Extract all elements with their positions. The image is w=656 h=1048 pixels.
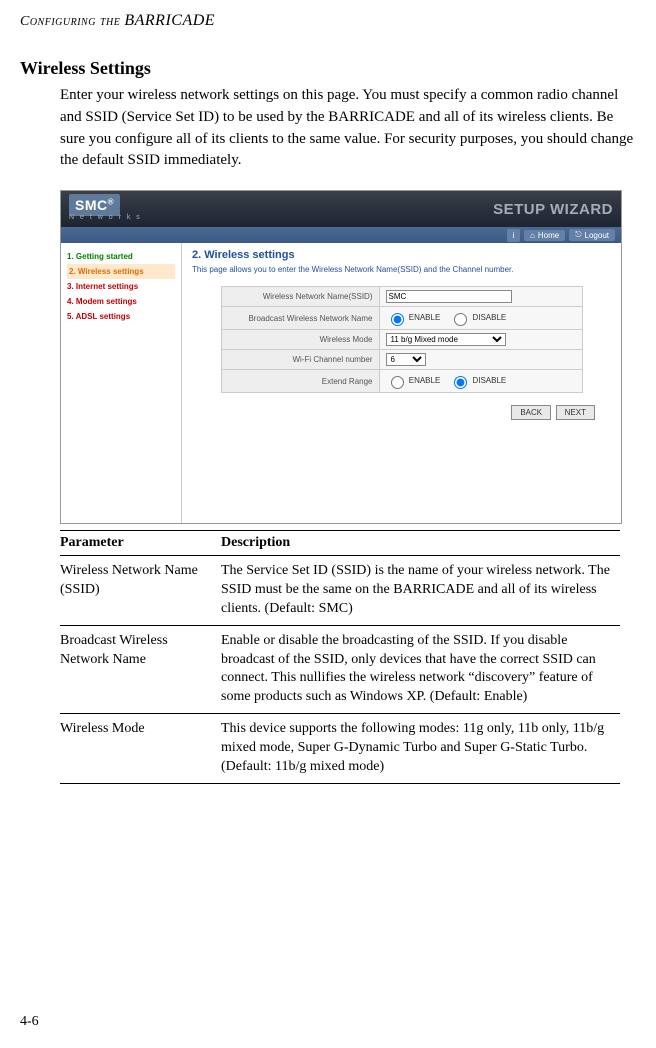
logo-text: SMC [75, 197, 108, 213]
logout-icon: ⎋ [575, 230, 581, 240]
running-head-left: Configuring the [20, 14, 120, 29]
sidebar-item-wireless[interactable]: 2. Wireless settings [67, 264, 175, 279]
broadcast-enable-radio[interactable]: ENABLE [386, 313, 441, 322]
broadcast-label: Broadcast Wireless Network Name [221, 307, 379, 330]
param-desc: The Service Set ID (SSID) is the name of… [221, 556, 620, 626]
param-desc: This device supports the following modes… [221, 714, 620, 784]
wireless-form: Wireless Network Name(SSID) Broadcast Wi… [221, 286, 583, 393]
param-desc: Enable or disable the broadcasting of th… [221, 625, 620, 714]
range-disable-radio[interactable]: DISABLE [449, 376, 506, 385]
table-row: Wireless Network Name (SSID) The Service… [60, 556, 620, 626]
param-name: Wireless Mode [60, 714, 221, 784]
sidebar-item-adsl[interactable]: 5. ADSL settings [67, 309, 175, 324]
wizard-step-title: 2. Wireless settings [192, 249, 611, 261]
next-button[interactable]: NEXT [556, 405, 595, 420]
router-screenshot: SMC® N e t w o r k s SETUP WIZARD i ⌂ Ho… [60, 190, 622, 524]
home-button[interactable]: ⌂ Home [524, 230, 565, 241]
logout-label: Logout [585, 231, 609, 240]
page-number: 4-6 [20, 1014, 39, 1030]
section-title: Wireless Settings [20, 58, 636, 79]
channel-select[interactable]: 6 [386, 353, 426, 366]
running-head-brand: BARRICADE [124, 12, 215, 29]
th-parameter: Parameter [60, 531, 221, 556]
home-icon: ⌂ [530, 231, 535, 240]
wizard-main: 2. Wireless settings This page allows yo… [182, 243, 621, 523]
mode-label: Wireless Mode [221, 330, 379, 350]
running-head: Configuring the BARRICADE [20, 12, 636, 30]
ssid-label: Wireless Network Name(SSID) [221, 287, 379, 307]
logout-button[interactable]: ⎋ Logout [569, 229, 615, 241]
parameter-table: Parameter Description Wireless Network N… [60, 530, 620, 784]
th-description: Description [221, 531, 620, 556]
param-name: Wireless Network Name (SSID) [60, 556, 221, 626]
range-label: Extend Range [221, 370, 379, 393]
channel-label: Wi-Fi Channel number [221, 350, 379, 370]
logo-registered: ® [108, 197, 114, 206]
screenshot-toolbar: i ⌂ Home ⎋ Logout [61, 227, 621, 243]
table-row: Wireless Mode This device supports the f… [60, 714, 620, 784]
sidebar-item-internet[interactable]: 3. Internet settings [67, 279, 175, 294]
help-icon[interactable]: i [507, 229, 520, 242]
back-button[interactable]: BACK [511, 405, 551, 420]
table-row: Broadcast Wireless Network Name Enable o… [60, 625, 620, 714]
sidebar-item-getting-started[interactable]: 1. Getting started [67, 249, 175, 264]
logo-subtext: N e t w o r k s [69, 214, 142, 221]
home-label: Home [538, 231, 559, 240]
param-name: Broadcast Wireless Network Name [60, 625, 221, 714]
smc-logo: SMC® N e t w o r k s [69, 197, 142, 221]
mode-select[interactable]: 11 b/g Mixed mode [386, 333, 506, 346]
wizard-sidebar: 1. Getting started 2. Wireless settings … [61, 243, 182, 523]
ssid-input[interactable] [386, 290, 512, 303]
wizard-title: SETUP WIZARD [493, 201, 613, 218]
wizard-step-sub: This page allows you to enter the Wirele… [192, 265, 611, 274]
broadcast-disable-radio[interactable]: DISABLE [449, 313, 506, 322]
screenshot-header: SMC® N e t w o r k s SETUP WIZARD [61, 191, 621, 227]
sidebar-item-modem[interactable]: 4. Modem settings [67, 294, 175, 309]
intro-paragraph: Enter your wireless network settings on … [60, 85, 636, 172]
range-enable-radio[interactable]: ENABLE [386, 376, 441, 385]
